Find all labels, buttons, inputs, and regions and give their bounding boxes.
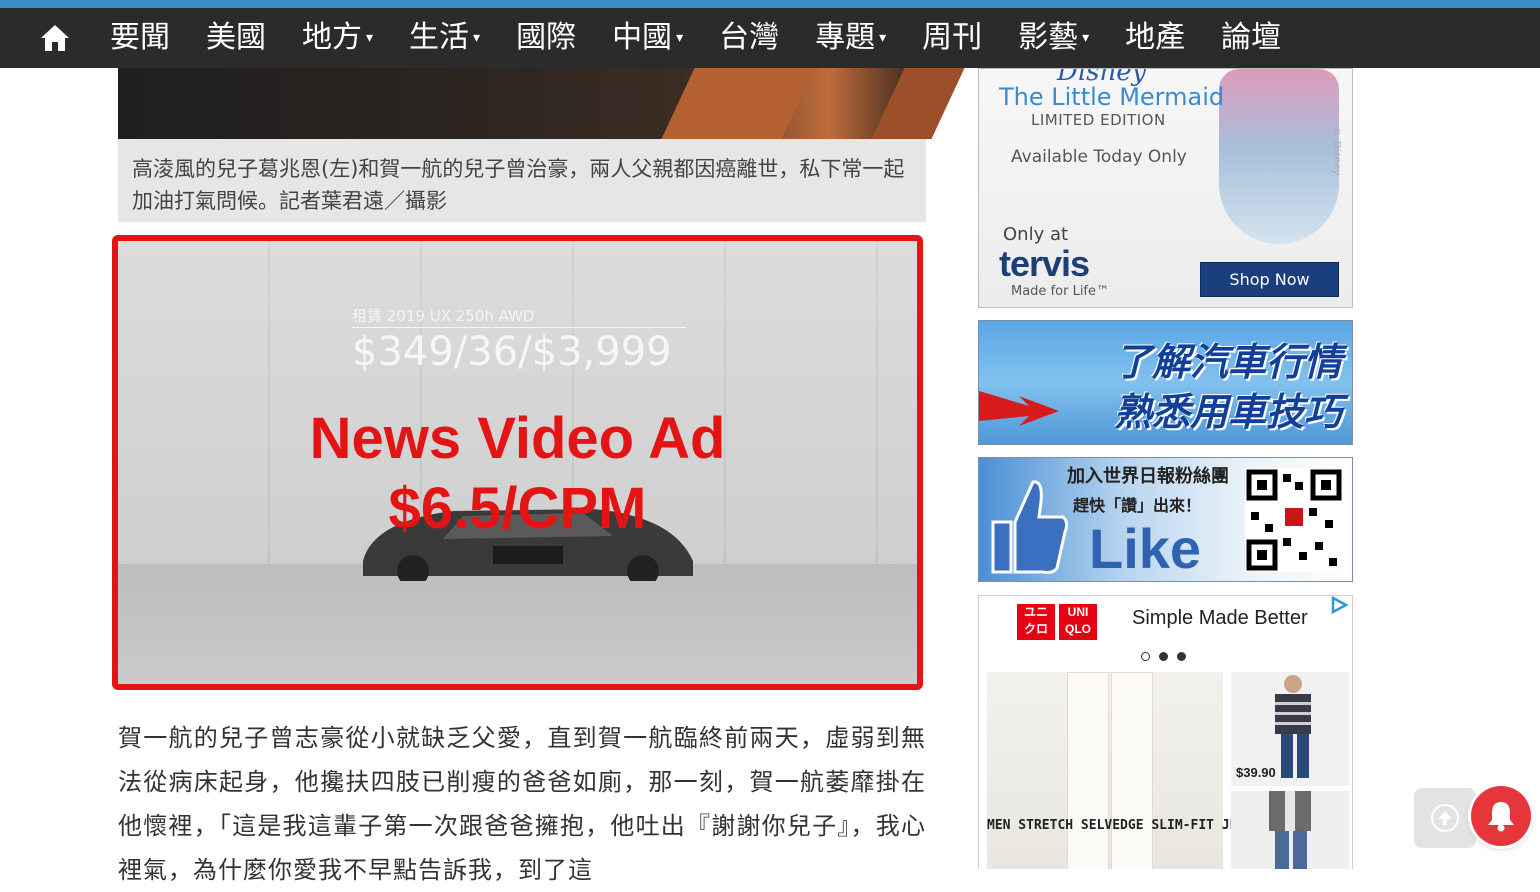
nav-item[interactable]: 地方 ▾ — [302, 8, 373, 68]
arrow-icon — [979, 391, 1059, 426]
carousel-dot[interactable] — [1159, 652, 1168, 661]
nav-item-label: 國際 — [516, 20, 577, 55]
like-ad-word: Like — [1089, 517, 1202, 580]
model-image[interactable] — [1231, 791, 1349, 869]
uniqlo-ad[interactable]: ユニ クロ UNI QLO Simple Made Better MEN STRET… — [978, 595, 1353, 869]
nav-item-label: 論壇 — [1221, 20, 1282, 55]
tervis-ad[interactable]: Disney The Little Mermaid LIMITED EDITIO… — [978, 68, 1353, 308]
thumbs-up-icon — [991, 480, 1069, 574]
mermaid-tumbler-image — [1219, 69, 1339, 244]
nav-item-label: 台灣 — [719, 20, 780, 55]
carousel-dots[interactable] — [1141, 652, 1186, 661]
uniqlo-logo-jp: ユニ クロ — [1017, 604, 1055, 640]
nav-item[interactable]: 生活 ▾ — [409, 8, 480, 68]
tervis-logo: tervis — [999, 243, 1090, 284]
ad-price: $349/36/$3,999 — [352, 329, 672, 375]
tervis-available: Available Today Only — [1011, 147, 1187, 167]
chevron-down-icon: ▾ — [676, 30, 684, 46]
ad-overlay-title: News Video Ad — [309, 406, 726, 471]
like-ad-hurry: 趕快「讚」出來！ — [1073, 496, 1202, 515]
qr-code-icon — [1245, 468, 1343, 572]
chevron-down-icon: ▾ — [473, 30, 481, 46]
disney-copyright: © Disney — [1331, 127, 1342, 176]
home-icon — [41, 25, 69, 51]
carousel-dot[interactable] — [1177, 652, 1186, 661]
car-ad-line1: 了解汽車行情 — [1113, 339, 1342, 384]
nav-item-label: 要聞 — [110, 20, 170, 55]
uniqlo-logo-en: UNI QLO — [1059, 604, 1097, 640]
nav-item[interactable]: 論壇 — [1221, 8, 1281, 68]
shop-now-button[interactable]: Shop Now — [1200, 262, 1339, 297]
nav-item-label: 影藝 — [1018, 20, 1079, 55]
tervis-title: The Little Mermaid — [999, 83, 1225, 111]
nav-item-label: 中國 — [612, 20, 673, 55]
nav-item-label: 專題 — [815, 20, 876, 55]
uniqlo-logo: ユニ クロ UNI QLO — [1017, 604, 1099, 640]
nav-item[interactable]: 國際 — [516, 8, 576, 68]
jeans-label: MEN STRETCH SELVEDGE SLIM-FIT JEANS — [987, 818, 1261, 833]
nav-item[interactable]: 台灣 — [719, 8, 779, 68]
ad-overlay-cpm: $6.5/CPM — [388, 476, 647, 541]
nav-item[interactable]: 要聞 — [110, 8, 170, 68]
article-body: 賀一航的兒子曾志豪從小就缺乏父愛，直到賀一航臨終前兩天，虛弱到無法從病床起身，他… — [118, 724, 926, 884]
tervis-tagline: Made for Life™ — [1011, 284, 1110, 299]
jeans-image[interactable] — [987, 672, 1223, 869]
nav-item-label: 地產 — [1125, 20, 1186, 55]
home-button[interactable] — [32, 8, 78, 68]
nav-item-label: 生活 — [409, 20, 470, 55]
chevron-down-icon: ▾ — [1082, 30, 1090, 46]
arrow-up-icon — [1431, 804, 1459, 832]
ad-car-name: 租賃 2019 UX 250h AWD — [352, 307, 535, 325]
nav-item-label: 地方 — [302, 20, 362, 55]
nav-item[interactable]: 專題 ▾ — [815, 8, 886, 68]
bell-icon — [1488, 802, 1514, 832]
adchoices-icon[interactable] — [1330, 596, 1348, 614]
article-photo — [118, 68, 965, 139]
tervis-only-at: Only at — [1003, 224, 1069, 245]
notification-bell-button[interactable] — [1471, 786, 1531, 846]
uniqlo-tagline: Simple Made Better — [1132, 607, 1308, 629]
nav-item[interactable]: 周刊 — [922, 8, 982, 68]
product-price: $39.90 — [1236, 765, 1276, 780]
chevron-down-icon: ▾ — [879, 30, 887, 46]
video-ad[interactable]: 租賃 2019 UX 250h AWD $349/36/$3,999 News … — [112, 235, 923, 690]
photo-caption: 高淩風的兒子葛兆恩(左)和賀一航的兒子曾治豪，兩人父親都因癌離世，私下常一起加油… — [118, 139, 926, 222]
chevron-down-icon: ▾ — [366, 30, 374, 46]
top-accent-bar — [0, 0, 1540, 8]
facebook-like-ad[interactable]: 加入世界日報粉絲團 趕快「讚」出來！ Like — [978, 457, 1353, 582]
carousel-dot[interactable] — [1141, 652, 1150, 661]
tervis-limited: LIMITED EDITION — [1031, 111, 1166, 129]
main-nav: 要聞 美國 地方 ▾ 生活 ▾ 國際 中國 ▾ 台灣 專題 ▾ 周刊 影藝 ▾ 地產 論壇 — [0, 8, 1540, 68]
car-ad-line2: 熟悉用車技巧 — [1113, 389, 1342, 434]
nav-item-label: 美國 — [206, 20, 266, 55]
scroll-top-button[interactable] — [1414, 788, 1476, 848]
car-market-ad[interactable]: 了解汽車行情 熟悉用車技巧 — [978, 320, 1353, 445]
like-ad-join: 加入世界日報粉絲團 — [1067, 466, 1229, 487]
nav-item[interactable]: 美國 — [206, 8, 266, 68]
nav-item[interactable]: 影藝 ▾ — [1018, 8, 1089, 68]
nav-item-label: 周刊 — [922, 20, 983, 55]
nav-item[interactable]: 中國 ▾ — [612, 8, 683, 68]
nav-item[interactable]: 地產 — [1125, 8, 1185, 68]
